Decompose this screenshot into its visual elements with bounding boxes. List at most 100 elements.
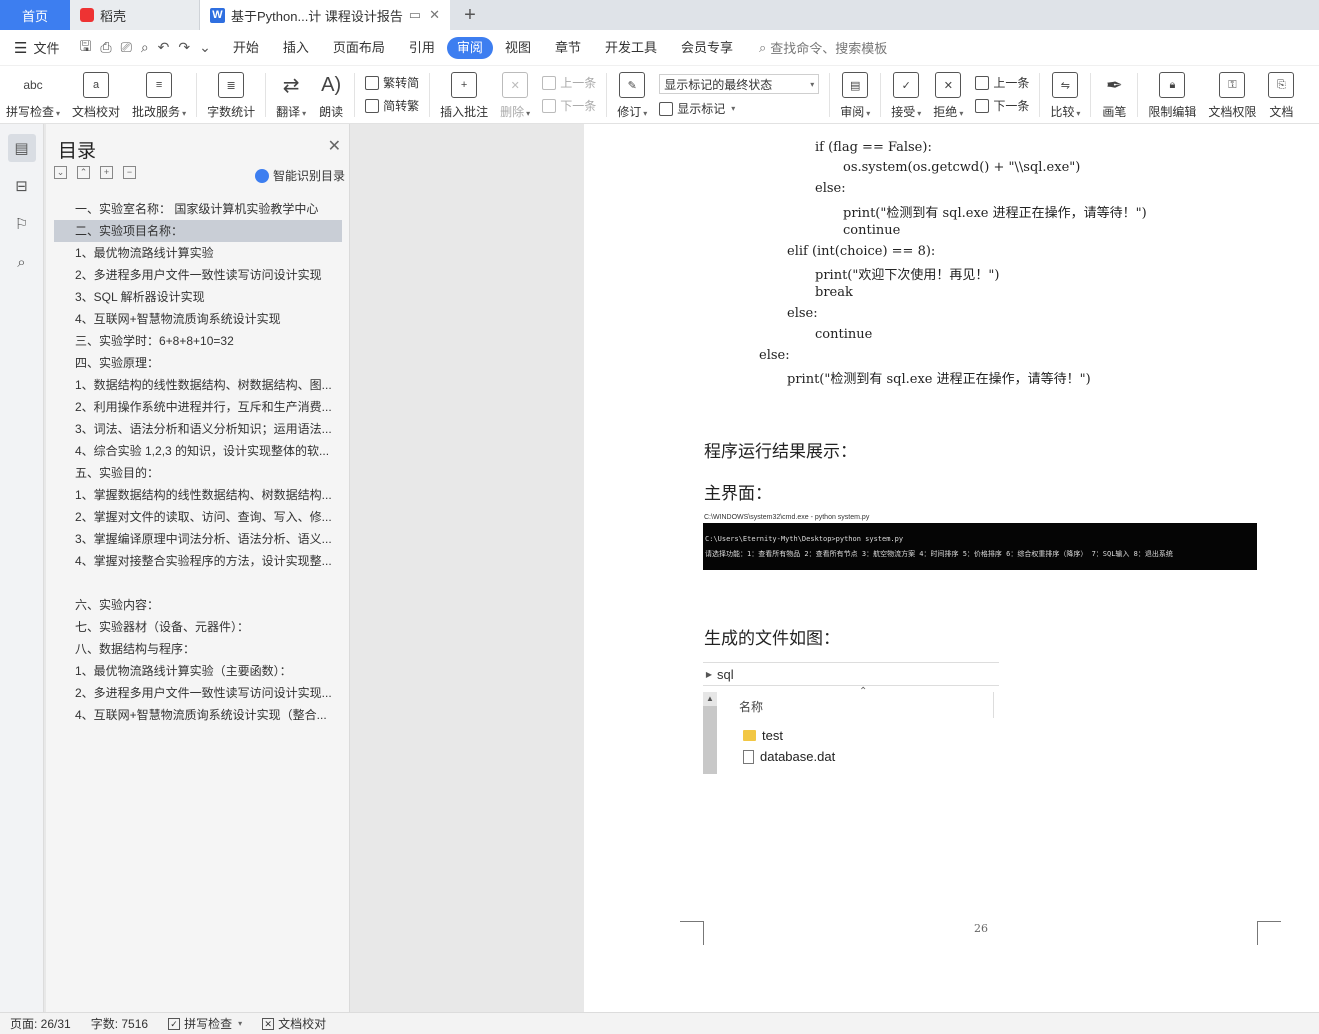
menu-member[interactable]: 会员专享 — [669, 37, 745, 59]
trad-to-simp-button[interactable]: 繁转简 — [365, 74, 419, 91]
spell-check-button[interactable]: abc 拼写检查 ▾ — [0, 66, 66, 120]
accept-button[interactable]: ✓ 接受 ▾ — [885, 66, 927, 120]
undo-icon[interactable]: ↶ — [158, 39, 170, 56]
search-icon[interactable]: ⌕ — [8, 248, 36, 276]
expand-icon[interactable]: + — [100, 166, 113, 179]
delete-comment-icon: ✕ — [502, 72, 529, 98]
toc-item[interactable]: 八、数据结构与程序： — [54, 638, 342, 660]
toc-item[interactable]: 1、数据结构的线性数据结构、树数据结构、图... — [54, 374, 342, 396]
toc-item[interactable]: 三、实验学时：6+8+8+10=32 — [54, 330, 342, 352]
command-search[interactable]: ⌕ 查找命令、搜索模板 — [759, 38, 887, 57]
tab-document[interactable]: W 基于Python...计 课程设计报告 ▭ ✕ — [200, 0, 450, 30]
doc-permission-label: 文档权限 — [1208, 105, 1257, 119]
print-icon[interactable]: ⎚ — [121, 39, 132, 56]
toc-item[interactable]: 4、掌握对接整合实验程序的方法，设计实现整... — [54, 550, 342, 572]
menu-developer[interactable]: 开发工具 — [593, 37, 669, 59]
ai-icon — [254, 168, 269, 183]
next-comment-button[interactable]: 下一条 — [542, 97, 596, 114]
toc-item[interactable]: 七、实验器材（设备、元器件）： — [54, 616, 342, 638]
prev-change-button[interactable]: 上一条 — [975, 74, 1029, 91]
ribbon-separator — [429, 73, 431, 117]
more-chevron-icon[interactable]: ⌄ — [199, 39, 211, 56]
markup-state-select[interactable]: 显示标记的最终状态 ▾ — [659, 74, 820, 94]
pin-icon[interactable]: ▭ — [409, 7, 421, 23]
track-changes-button[interactable]: ✎ 修订 ▾ — [611, 66, 653, 120]
prev-comment-button[interactable]: 上一条 — [542, 74, 596, 91]
simp-to-trad-button[interactable]: 简转繁 — [365, 97, 419, 114]
toc-item[interactable]: 二、实验项目名称： — [54, 220, 342, 242]
close-tab-icon[interactable]: ✕ — [429, 7, 440, 23]
toc-item[interactable]: 4、综合实验 1,2,3 的知识，设计实现整体的软... — [54, 440, 342, 462]
page-corner-mark — [680, 921, 704, 945]
redo-icon[interactable]: ↷ — [178, 39, 190, 56]
reject-button[interactable]: ✕ 拒绝 ▾ — [927, 66, 969, 120]
toc-item[interactable]: 4、互联网+智慧物流质询系统设计实现（整合... — [54, 704, 342, 726]
menu-start[interactable]: 开始 — [221, 37, 271, 59]
collapse-icon[interactable]: − — [123, 166, 136, 179]
menu-review[interactable]: 审阅 — [446, 36, 493, 59]
delete-comment-button[interactable]: ✕ 删除 ▾ — [494, 66, 536, 120]
next-change-button[interactable]: 下一条 — [975, 97, 1029, 114]
file-menu[interactable]: ☰ 文件 — [0, 38, 69, 57]
menu-view[interactable]: 视图 — [493, 37, 543, 59]
status-spell-check[interactable]: ✓ 拼写检查 ▾ — [158, 1015, 252, 1032]
close-icon[interactable]: ✕ — [328, 136, 341, 156]
next-change-label: 下一条 — [993, 99, 1030, 113]
word-count-button[interactable]: ≣ 字数统计 — [201, 66, 261, 120]
collapse-up-icon[interactable]: ⌃ — [77, 166, 90, 179]
save-icon[interactable]: 🖫 — [79, 36, 91, 60]
toc-item[interactable]: 3、掌握编译原理中词法分析、语法分析、语义... — [54, 528, 342, 550]
toc-item[interactable]: 3、SQL 解析器设计实现 — [54, 286, 342, 308]
menu-page-layout[interactable]: 页面布局 — [321, 37, 397, 59]
doc-permission-button[interactable]: ⚿ 文档权限 — [1202, 66, 1262, 120]
doc-proof-button[interactable]: a 文档校对 — [66, 66, 126, 120]
batch-service-button[interactable]: ≡ 批改服务 ▾ — [126, 66, 192, 120]
toc-item[interactable]: 2、多进程多用户文件一致性读写访问设计实现 — [54, 264, 342, 286]
tab-home[interactable]: 首页 — [0, 0, 70, 30]
menu-reference[interactable]: 引用 — [397, 37, 447, 59]
toc-item[interactable]: 五、实验目的： — [54, 462, 342, 484]
toc-item[interactable]: 1、最优物流路线计算实验 — [54, 242, 342, 264]
comment-nav-group: 上一条 下一条 — [536, 66, 602, 114]
chevron-down-icon: ▾ — [810, 79, 815, 89]
chapter-nav-icon[interactable]: ⊟ — [8, 172, 36, 200]
menu-chapter[interactable]: 章节 — [543, 37, 593, 59]
toc-item[interactable]: 2、利用操作系统中进程并行，互斥和生产消费... — [54, 396, 342, 418]
insert-comment-icon: + — [451, 72, 478, 98]
menu-insert[interactable]: 插入 — [271, 37, 321, 59]
collapse-down-icon[interactable]: ⌄ — [54, 166, 67, 179]
translate-button[interactable]: ⇄ 翻译 ▾ — [270, 66, 312, 120]
toc-item[interactable]: 2、多进程多用户文件一致性读写访问设计实现... — [54, 682, 342, 704]
toc-item[interactable]: 2、掌握对文件的读取、访问、查询、写入、修... — [54, 506, 342, 528]
toc-item[interactable]: 一、实验室名称： 国家级计算机实验教学中心 — [54, 198, 342, 220]
batch-service-icon: ≡ — [146, 72, 173, 98]
toc-nav-icon[interactable]: ▤ — [7, 134, 36, 162]
markup-state-value: 显示标记的最终状态 — [664, 77, 773, 92]
toc-item[interactable]: 4、互联网+智慧物流质询系统设计实现 — [54, 308, 342, 330]
show-markup-button[interactable]: 显示标记 ▾ — [659, 100, 819, 117]
tab-daoke[interactable]: 稻壳 — [70, 0, 200, 30]
toc-item[interactable]: 1、掌握数据结构的线性数据结构、树数据结构... — [54, 484, 342, 506]
insert-comment-button[interactable]: + 插入批注 — [434, 66, 494, 120]
new-tab-button[interactable]: + — [450, 0, 490, 30]
review-pane-button[interactable]: ▤ 审阅 ▾ — [834, 66, 876, 120]
toc-item[interactable]: 3、词法、语法分析和语义分析知识；运用语法... — [54, 418, 342, 440]
doc-more-button[interactable]: ⎘ 文档 — [1262, 66, 1300, 120]
compare-button[interactable]: ⇋ 比较 ▾ — [1044, 66, 1086, 120]
smart-toc-button[interactable]: 智能识别目录 — [254, 167, 345, 184]
restrict-edit-button[interactable]: 🔒︎ 限制编辑 — [1142, 66, 1202, 120]
toc-item[interactable]: 四、实验原理： — [54, 352, 342, 374]
word-count-indicator[interactable]: 字数: 7516 — [81, 1015, 158, 1032]
read-aloud-button[interactable]: A) 朗读 — [312, 66, 350, 120]
bookmark-icon[interactable]: ⚐ — [8, 210, 36, 238]
toc-item[interactable]: 六、实验内容： — [54, 594, 342, 616]
next-comment-label: 下一条 — [560, 99, 597, 113]
toc-item[interactable]: 1、最优物流路线计算实验（主要函数）： — [54, 660, 342, 682]
export-icon[interactable]: ⎙ — [100, 39, 111, 56]
code-line: break — [815, 285, 853, 300]
status-doc-proof[interactable]: ✕ 文档校对 — [252, 1015, 336, 1032]
column-divider — [993, 692, 994, 718]
pen-button[interactable]: ✒ 画笔 — [1095, 66, 1133, 120]
print-preview-icon[interactable]: ⌕ — [141, 39, 149, 56]
page-indicator[interactable]: 页面: 26/31 — [0, 1015, 81, 1032]
